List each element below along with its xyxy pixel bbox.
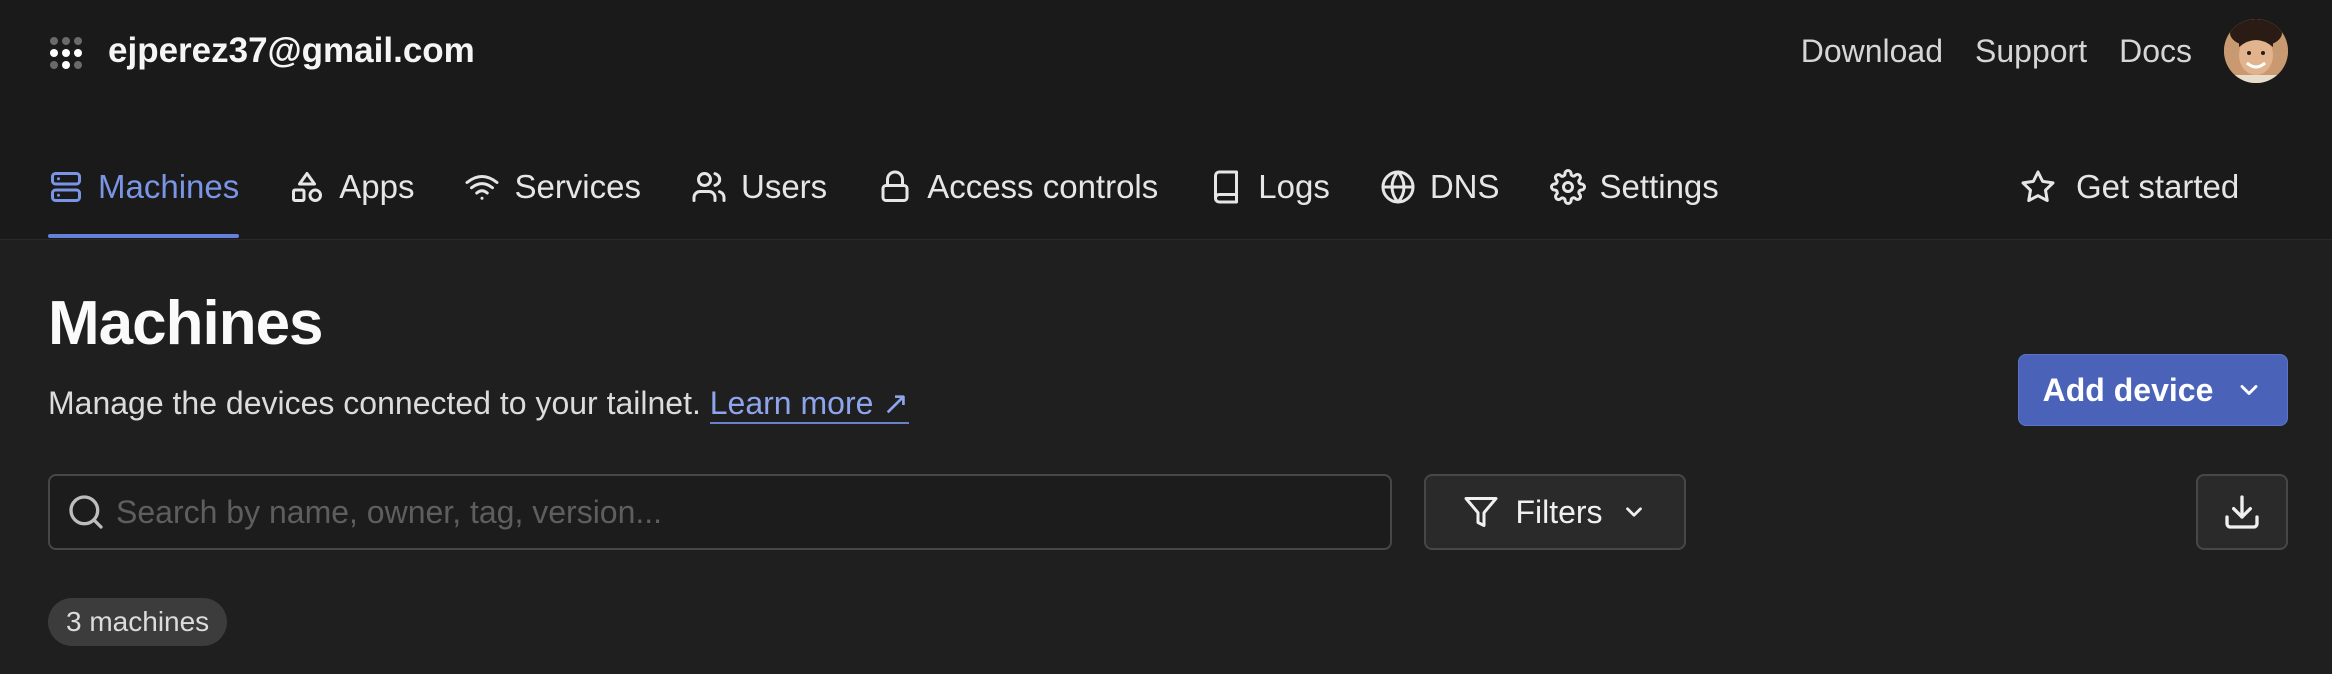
- tab-users-label: Users: [741, 168, 828, 205]
- wifi-icon: [465, 175, 499, 200]
- tab-apps[interactable]: Apps: [289, 158, 414, 216]
- chevron-down-icon: [1625, 507, 1642, 517]
- docs-link[interactable]: Docs: [2119, 30, 2192, 72]
- page-title: Machines: [48, 289, 324, 358]
- search-input[interactable]: [116, 493, 1390, 531]
- add-device-button[interactable]: Add device: [2018, 354, 2288, 426]
- tab-logs-label: Logs: [1258, 168, 1330, 205]
- gear-icon: [1549, 169, 1586, 205]
- tab-settings-label: Settings: [1599, 168, 1719, 205]
- page-description: Manage the devices connected to your tai…: [48, 384, 910, 424]
- tab-services-label: Services: [514, 168, 641, 205]
- get-started-link[interactable]: Get started: [2020, 158, 2239, 216]
- tab-users[interactable]: Users: [691, 158, 827, 216]
- search-icon: [69, 495, 103, 529]
- book-icon: [1214, 170, 1239, 204]
- globe-icon: [1381, 170, 1415, 204]
- top-links: Download Support Docs: [1801, 30, 2192, 72]
- download-link[interactable]: Download: [1801, 30, 1943, 72]
- export-button[interactable]: [2196, 474, 2288, 550]
- star-icon: [2021, 170, 2055, 203]
- tab-services[interactable]: Services: [464, 158, 641, 216]
- tab-machines[interactable]: Machines: [48, 158, 240, 238]
- support-link[interactable]: Support: [1975, 30, 2087, 72]
- filters-label: Filters: [1515, 493, 1603, 530]
- get-started-label: Get started: [2076, 168, 2240, 205]
- tab-dns-label: DNS: [1429, 168, 1500, 205]
- add-device-label: Add device: [2042, 371, 2214, 408]
- tailscale-logo-icon[interactable]: [48, 35, 84, 71]
- account-email[interactable]: ejperez37@gmail.com: [108, 28, 475, 74]
- chevron-down-icon: [2240, 385, 2258, 395]
- filters-button[interactable]: Filters: [1424, 474, 1686, 550]
- tab-dns[interactable]: DNS: [1380, 158, 1500, 216]
- tab-machines-label: Machines: [98, 168, 240, 205]
- filter-icon: [1464, 497, 1498, 527]
- avatar[interactable]: [2224, 19, 2288, 83]
- search-field[interactable]: [48, 474, 1392, 550]
- description-text: Manage the devices connected to your tai…: [48, 385, 701, 421]
- lock-icon: [881, 170, 909, 202]
- tab-settings[interactable]: Settings: [1549, 158, 1719, 216]
- tab-access-controls[interactable]: Access controls: [877, 158, 1158, 216]
- machine-count-badge: 3 machines: [48, 598, 228, 646]
- download-icon: [2225, 495, 2259, 529]
- server-icon: [51, 172, 81, 202]
- learn-more-link[interactable]: Learn more ↗: [709, 385, 910, 424]
- main-nav: Machines Apps Services Users Access cont…: [48, 158, 1769, 240]
- avatar-image: [2224, 19, 2288, 83]
- tab-access-controls-label: Access controls: [927, 168, 1159, 205]
- tab-apps-label: Apps: [339, 168, 415, 205]
- users-icon: [692, 172, 726, 202]
- shapes-icon: [292, 172, 323, 202]
- tab-logs[interactable]: Logs: [1208, 158, 1330, 216]
